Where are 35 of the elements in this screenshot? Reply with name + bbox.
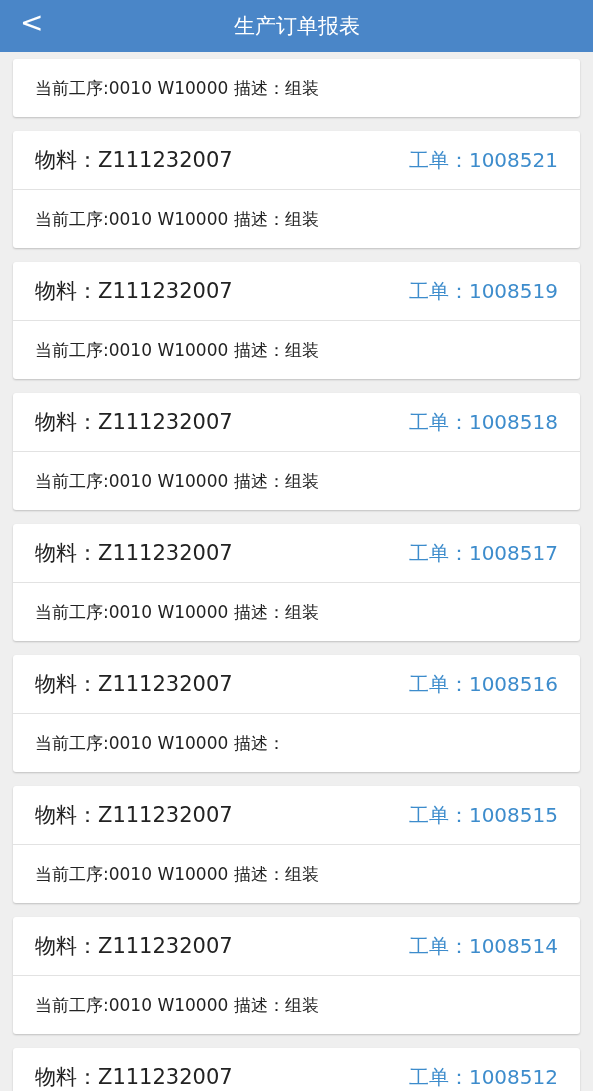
order-card[interactable]: 物料：Z111232007 工单：1008516 当前工序:0010 W10000 描述： [13, 655, 580, 772]
material-text: 物料：Z111232007 [35, 1064, 233, 1091]
process-description: 当前工序:0010 W10000 描述：组装 [35, 338, 319, 362]
material-text: 物料：Z111232007 [35, 147, 233, 174]
order-number: 工单：1008518 [408, 408, 558, 436]
order-card[interactable]: 物料：Z111232007 工单：1008521 当前工序:0010 W10000 描述：组装 [13, 131, 580, 248]
material-text: 物料：Z111232007 [35, 278, 233, 305]
order-card[interactable]: 物料：Z111232007 工单：1008518 当前工序:0010 W10000 描述：组装 [13, 393, 580, 510]
order-number: 工单：1008515 [408, 801, 558, 829]
process-description: 当前工序:0010 W10000 描述：组装 [35, 207, 319, 231]
order-number: 工单：1008514 [408, 932, 558, 960]
order-card[interactable]: 物料：Z111232007 工单：1008519 当前工序:0010 W10000 描述：组装 [13, 262, 580, 379]
material-text: 物料：Z111232007 [35, 540, 233, 567]
page-title: 生产订单报表 [233, 13, 360, 40]
order-card[interactable]: 物料：Z111232007 工单：1008515 当前工序:0010 W10000 描述：组装 [13, 786, 580, 903]
process-description: 当前工序:0010 W10000 描述： [35, 731, 285, 755]
process-description: 当前工序:0010 W10000 描述：组装 [35, 993, 319, 1017]
order-number: 工单：1008521 [408, 146, 558, 174]
material-text: 物料：Z111232007 [35, 933, 233, 960]
process-description: 当前工序:0010 W10000 描述：组装 [35, 862, 319, 886]
material-text: 物料：Z111232007 [35, 802, 233, 829]
process-description: 当前工序:0010 W10000 描述：组装 [35, 76, 319, 100]
order-number: 工单：1008516 [408, 670, 558, 698]
process-description: 当前工序:0010 W10000 描述：组装 [35, 600, 319, 624]
order-card[interactable]: 物料：Z111232007 工单：1008512 [13, 1048, 580, 1091]
process-description: 当前工序:0010 W10000 描述：组装 [35, 469, 319, 493]
order-number: 工单：1008512 [408, 1063, 558, 1091]
order-number: 工单：1008519 [408, 277, 558, 305]
material-text: 物料：Z111232007 [35, 409, 233, 436]
order-number: 工单：1008517 [408, 539, 558, 567]
order-card[interactable]: 物料：Z111232007 工单：1008514 当前工序:0010 W10000 描述：组装 [13, 917, 580, 1034]
material-text: 物料：Z111232007 [35, 671, 233, 698]
order-card[interactable]: 当前工序:0010 W10000 描述：组装 [13, 59, 580, 117]
order-card[interactable]: 物料：Z111232007 工单：1008517 当前工序:0010 W10000 描述：组装 [13, 524, 580, 641]
back-button[interactable]: < [14, 6, 50, 39]
